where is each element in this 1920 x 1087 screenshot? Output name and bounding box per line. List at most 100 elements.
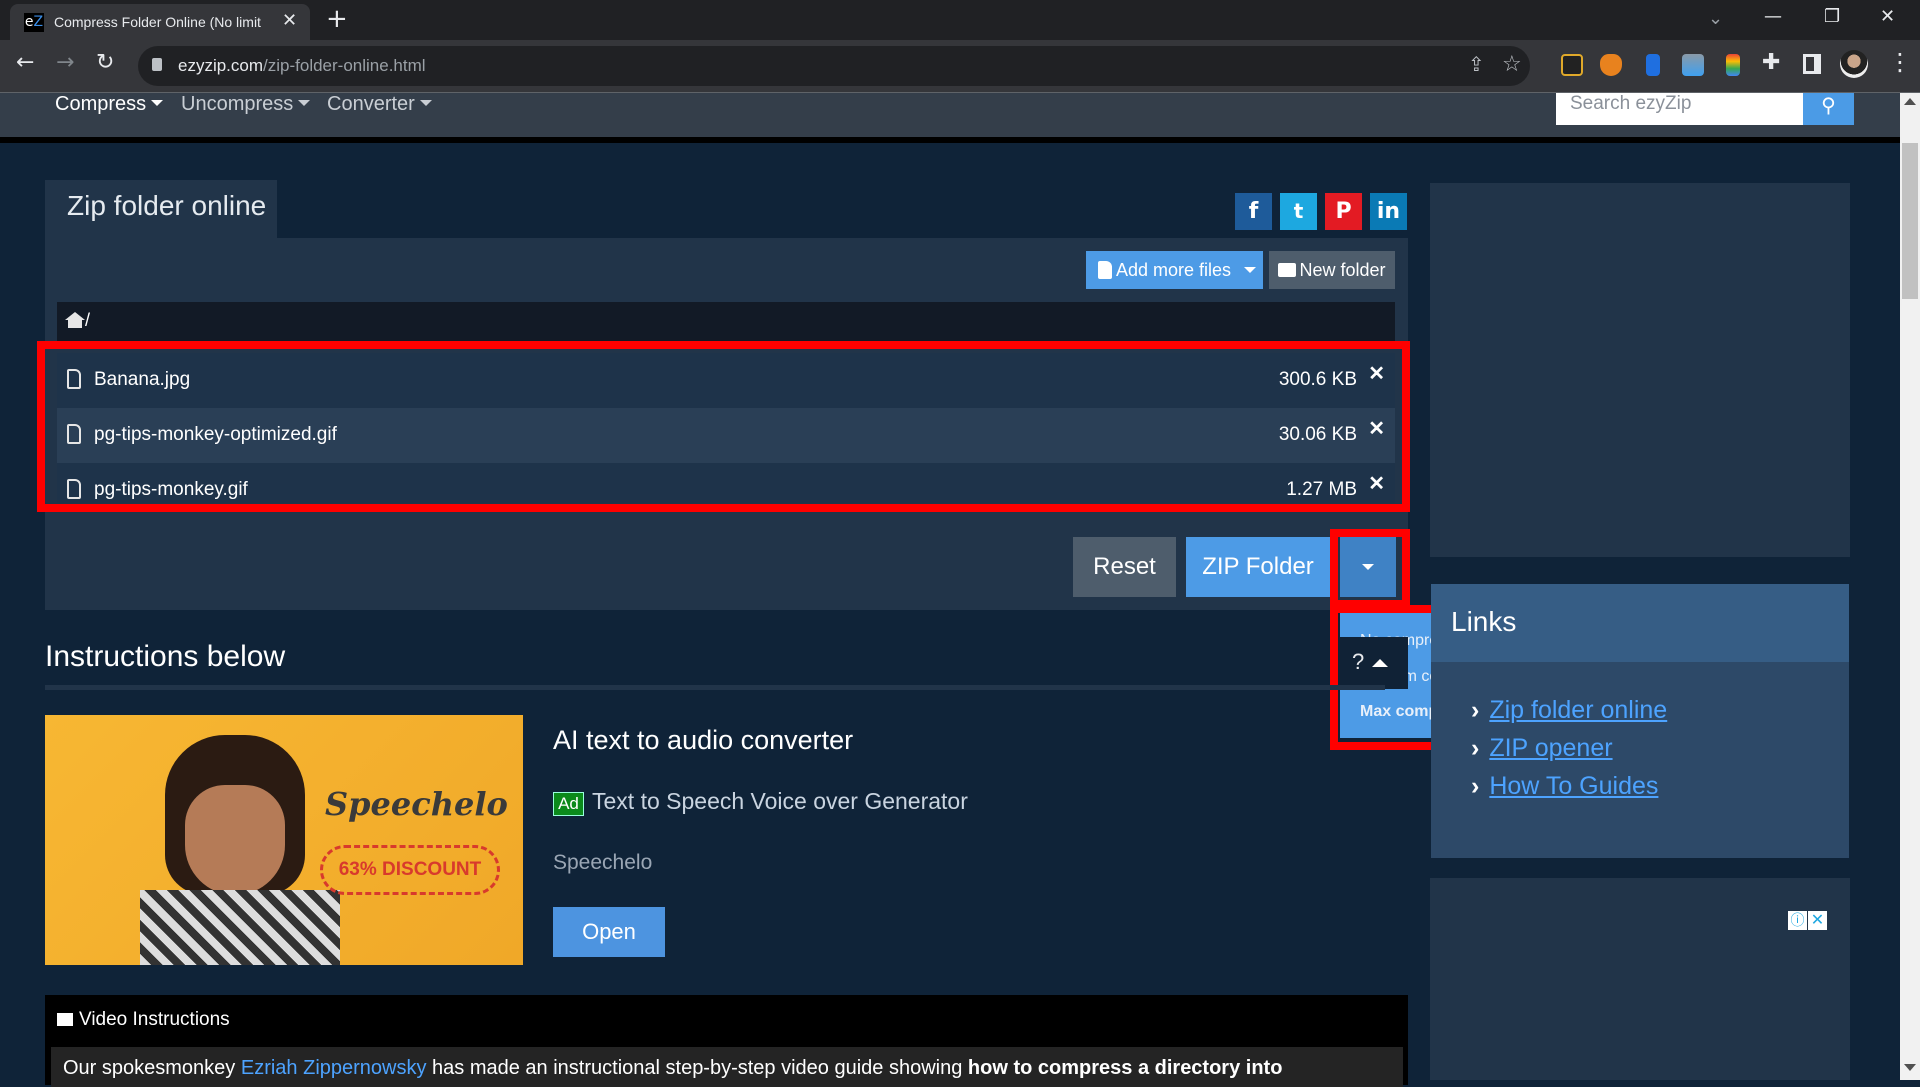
favicon: eZ: [24, 13, 44, 32]
ad-info-icon[interactable]: ⓘ: [1788, 911, 1807, 930]
browser-toolbar: ← → ↻ ezyzip.com/zip-folder-online.html …: [0, 40, 1920, 93]
links-heading: Links: [1431, 584, 1849, 662]
side-panel-icon[interactable]: [1803, 54, 1821, 74]
ad-sponsor: Speechelo: [553, 851, 653, 874]
ad-badge: Ad: [553, 792, 584, 816]
video-description: Our spokesmonkey Ezriah Zippernowsky has…: [51, 1047, 1403, 1087]
file-row[interactable]: pg-tips-monkey.gif 1.27 MB ✕: [57, 463, 1395, 503]
tab-close-icon[interactable]: ✕: [282, 10, 297, 31]
sidebar-ad-slot: [1430, 183, 1850, 557]
search-input[interactable]: Search ezyZip: [1556, 93, 1804, 125]
file-icon: [67, 479, 81, 499]
caret-down-icon: [1362, 564, 1374, 570]
extension-translate-icon[interactable]: [1682, 54, 1704, 76]
link-how-to-guides[interactable]: › How To Guides: [1471, 772, 1658, 801]
links-panel: Links › Zip folder online › ZIP opener › Ho…: [1431, 584, 1849, 858]
caret-down-icon: [419, 99, 432, 106]
url-text: ezyzip.com/zip-folder-online.html: [178, 56, 426, 75]
extension-metamask-icon[interactable]: [1600, 54, 1622, 76]
help-icon: ?: [1352, 649, 1365, 674]
ad-close-icon[interactable]: ✕: [1808, 911, 1827, 930]
forward-icon[interactable]: →: [56, 50, 74, 75]
ad-person-face: [185, 785, 285, 895]
remove-file-icon[interactable]: ✕: [1368, 471, 1385, 496]
restore-button[interactable]: ❐: [1824, 6, 1840, 27]
file-size: 30.06 KB: [1278, 424, 1357, 445]
file-size: 300.6 KB: [1278, 369, 1357, 390]
video-camera-icon: [57, 1013, 73, 1026]
search-icon: ⚲: [1821, 93, 1836, 117]
add-files-dropdown-toggle[interactable]: [1236, 251, 1263, 289]
scrollbar-thumb[interactable]: [1902, 143, 1918, 299]
extension-binance-icon[interactable]: [1561, 54, 1583, 76]
address-bar[interactable]: ezyzip.com/zip-folder-online.html ⇪ ☆: [138, 46, 1530, 86]
extension-bitwarden-icon[interactable]: [1646, 54, 1660, 76]
extension-colorful-icon[interactable]: [1726, 54, 1740, 76]
extensions-puzzle-icon[interactable]: ✚: [1762, 50, 1780, 75]
browser-tab-bar: eZ Compress Folder Online (No limit ✕ + …: [0, 0, 1920, 40]
caret-down-icon: [298, 99, 311, 106]
linkedin-share-button[interactable]: in: [1370, 193, 1407, 230]
chevron-right-icon: ›: [1471, 772, 1480, 800]
reset-button[interactable]: Reset: [1073, 537, 1176, 597]
scroll-down-arrow-icon[interactable]: [1904, 1064, 1916, 1071]
new-folder-label: New folder: [1299, 259, 1386, 280]
new-folder-button[interactable]: New folder: [1269, 251, 1395, 289]
compression-dropdown-toggle[interactable]: [1340, 537, 1396, 597]
home-icon[interactable]: [65, 312, 85, 328]
file-row[interactable]: pg-tips-monkey-optimized.gif 30.06 KB ✕: [57, 408, 1395, 463]
nav-uncompress[interactable]: Uncompress: [181, 93, 311, 116]
instructions-heading: Instructions below: [45, 640, 286, 673]
file-add-icon: [1098, 261, 1112, 279]
file-row[interactable]: Banana.jpg 300.6 KB ✕: [57, 353, 1395, 408]
ad-person-shirt: [140, 890, 340, 965]
spokesmonkey-link[interactable]: Ezriah Zippernowsky: [241, 1057, 427, 1079]
caret-down-icon: [151, 99, 164, 106]
minimize-button[interactable]: —: [1764, 6, 1782, 27]
heading-divider: [45, 685, 1385, 690]
chevron-right-icon: ›: [1471, 734, 1480, 762]
back-icon[interactable]: ←: [16, 50, 34, 75]
file-name: pg-tips-monkey-optimized.gif: [94, 424, 337, 445]
reload-icon[interactable]: ↻: [96, 50, 114, 75]
link-zip-folder-online[interactable]: › Zip folder online: [1471, 696, 1667, 725]
video-heading: Video Instructions: [57, 1009, 230, 1031]
breadcrumb: /: [57, 302, 1395, 342]
add-files-label: Add more files: [1116, 259, 1232, 280]
sidebar-ad-slot-2: [1430, 878, 1850, 1080]
browser-tab[interactable]: eZ Compress Folder Online (No limit ✕: [10, 4, 310, 40]
profile-avatar[interactable]: [1840, 50, 1868, 78]
ad-discount-badge: 63% DISCOUNT: [320, 845, 500, 895]
scroll-up-arrow-icon[interactable]: [1904, 98, 1916, 105]
new-tab-button[interactable]: +: [326, 4, 348, 34]
zip-folder-button[interactable]: ZIP Folder: [1186, 537, 1330, 597]
chevron-right-icon: ›: [1471, 696, 1480, 724]
twitter-share-button[interactable]: t: [1280, 193, 1317, 230]
browser-menu-icon[interactable]: ⋮: [1888, 48, 1912, 76]
close-window-button[interactable]: ✕: [1880, 6, 1895, 27]
triangle-up-icon: [1372, 659, 1389, 668]
ad-title[interactable]: AI text to audio converter: [553, 725, 853, 756]
nav-compress[interactable]: Compress: [55, 93, 164, 116]
share-icon[interactable]: ⇪: [1468, 52, 1485, 76]
lock-icon: [152, 58, 162, 71]
ad-image[interactable]: Speechelo 63% DISCOUNT: [45, 715, 523, 965]
bookmark-star-icon[interactable]: ☆: [1502, 52, 1522, 77]
tab-search-icon[interactable]: ⌄: [1708, 8, 1723, 29]
link-zip-opener[interactable]: › ZIP opener: [1471, 734, 1613, 763]
help-tooltip[interactable]: ?: [1340, 637, 1408, 689]
file-size: 1.27 MB: [1286, 479, 1357, 500]
facebook-share-button[interactable]: f: [1235, 193, 1272, 230]
file-icon: [67, 369, 81, 389]
ad-subtitle: Text to Speech Voice over Generator: [592, 788, 968, 814]
caret-down-icon: [1243, 267, 1256, 273]
remove-file-icon[interactable]: ✕: [1368, 361, 1385, 386]
file-name: Banana.jpg: [94, 369, 191, 390]
search-button[interactable]: ⚲: [1803, 93, 1854, 125]
remove-file-icon[interactable]: ✕: [1368, 416, 1385, 441]
ad-open-button[interactable]: Open: [553, 907, 665, 957]
nav-converter[interactable]: Converter: [327, 93, 432, 116]
pinterest-share-button[interactable]: P: [1325, 193, 1362, 230]
folder-icon: [1278, 263, 1297, 277]
file-icon: [67, 424, 81, 444]
